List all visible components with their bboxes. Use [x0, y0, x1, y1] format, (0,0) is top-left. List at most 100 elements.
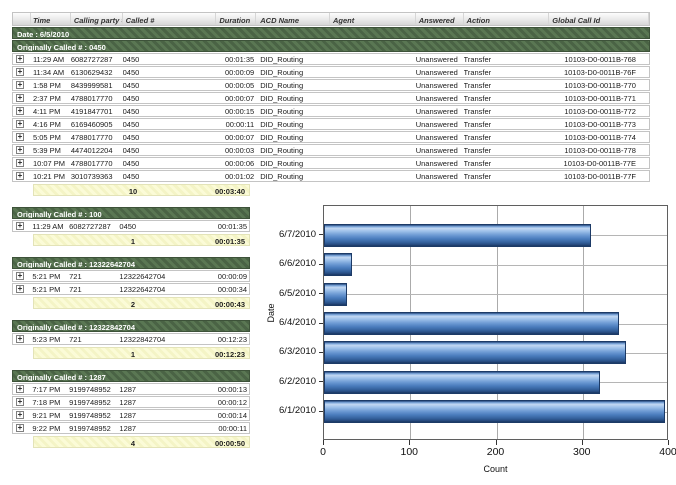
- cell-action: Transfer: [464, 146, 550, 155]
- x-tick-mark: [323, 440, 324, 445]
- summary-total-duration: 00:00:43: [215, 300, 245, 309]
- expand-icon[interactable]: +: [16, 146, 24, 154]
- column-header-duration[interactable]: Duration: [216, 13, 256, 25]
- expand-icon[interactable]: +: [16, 55, 24, 63]
- cell-answered: Unanswered: [416, 120, 464, 129]
- call-report-page: { "table": { "columns": ["Time", "Callin…: [0, 0, 676, 485]
- table-row[interactable]: +4:16 PM6169460905045000:00:11DID_Routin…: [12, 118, 650, 130]
- gridline-horizontal: [324, 294, 667, 295]
- report-group: Originally Called # : 12322842704+5:23 P…: [12, 320, 250, 359]
- cell-called: 12322642704: [119, 285, 210, 294]
- cell-calling-party: 9199748952: [69, 398, 119, 407]
- expand-icon[interactable]: +: [16, 335, 24, 343]
- cell-time: 1:58 PM: [31, 81, 71, 90]
- gridline-horizontal: [324, 265, 667, 266]
- cell-acd-name: DID_Routing: [256, 94, 330, 103]
- cell-calling-party: 721: [69, 272, 119, 281]
- table-row[interactable]: +5:21 PM7211232264270400:00:34: [12, 283, 250, 295]
- column-header-row: TimeCalling party #Called #DurationACD N…: [12, 12, 650, 26]
- cell-duration: 00:01:35: [210, 222, 249, 231]
- cell-duration: 00:12:23: [210, 335, 249, 344]
- cell-time: 5:23 PM: [30, 335, 69, 344]
- x-tick-label: 0: [320, 446, 326, 458]
- table-row[interactable]: +11:34 AM6130629432045000:00:09DID_Routi…: [12, 66, 650, 78]
- column-header-called[interactable]: Called #: [123, 13, 217, 25]
- expand-cell: +: [13, 146, 31, 154]
- cell-duration: 00:00:15: [216, 107, 256, 116]
- table-row[interactable]: +9:22 PM9199748952128700:00:11: [12, 422, 250, 434]
- expand-icon[interactable]: +: [16, 222, 24, 230]
- expand-cell: +: [13, 272, 30, 280]
- cell-calling-party: 6082727287: [71, 55, 123, 64]
- expand-icon[interactable]: +: [16, 398, 24, 406]
- column-header-acd-name[interactable]: ACD Name: [256, 13, 330, 25]
- expand-icon[interactable]: +: [16, 133, 24, 141]
- table-row[interactable]: +5:21 PM7211232264270400:00:09: [12, 270, 250, 282]
- y-tick-mark: [319, 411, 323, 412]
- x-tick-mark: [582, 440, 583, 445]
- x-axis-title: Count: [323, 464, 668, 474]
- y-tick-label: 6/2/2010: [262, 376, 316, 387]
- cell-called: 0450: [123, 81, 217, 90]
- cell-called: 0450: [123, 146, 217, 155]
- summary-count: 2: [108, 300, 158, 309]
- table-row[interactable]: +9:21 PM9199748952128700:00:14: [12, 409, 250, 421]
- table-row[interactable]: +5:39 PM4474012204045000:00:03DID_Routin…: [12, 144, 650, 156]
- cell-called: 0450: [123, 133, 217, 142]
- cell-answered: Unanswered: [416, 81, 464, 90]
- table-row[interactable]: +4:11 PM4191847701045000:00:15DID_Routin…: [12, 105, 650, 117]
- expand-icon[interactable]: +: [16, 94, 24, 102]
- cell-time: 9:21 PM: [30, 411, 69, 420]
- cell-action: Transfer: [464, 120, 550, 129]
- column-header-answered[interactable]: Answered: [416, 13, 464, 25]
- cell-calling-party: 4191847701: [71, 107, 123, 116]
- cell-duration: 00:00:34: [210, 285, 249, 294]
- cell-action: Transfer: [464, 159, 550, 168]
- cell-action: Transfer: [464, 81, 550, 90]
- expand-icon[interactable]: +: [16, 107, 24, 115]
- table-row[interactable]: +2:37 PM4788017770045000:00:07DID_Routin…: [12, 92, 650, 104]
- expand-icon[interactable]: +: [16, 285, 24, 293]
- report-group: Originally Called # : 0450+11:29 AM60827…: [12, 40, 650, 196]
- column-header-global-call-id[interactable]: Global Call Id: [549, 13, 649, 25]
- expand-cell: +: [13, 94, 31, 102]
- table-row[interactable]: +11:29 AM6082727287045000:01:35DID_Routi…: [12, 53, 650, 65]
- table-row[interactable]: +5:23 PM7211232284270400:12:23: [12, 333, 250, 345]
- expand-icon[interactable]: +: [16, 424, 24, 432]
- expand-icon[interactable]: +: [16, 159, 24, 167]
- cell-duration: 00:00:06: [216, 159, 256, 168]
- column-header-action[interactable]: Action: [464, 13, 550, 25]
- cell-duration: 00:00:07: [216, 94, 256, 103]
- expand-cell: +: [13, 411, 30, 419]
- expand-cell: +: [13, 335, 30, 343]
- y-tick-label: 6/3/2010: [262, 346, 316, 357]
- cell-duration: 00:01:02: [216, 172, 256, 181]
- table-row[interactable]: +10:21 PM3010739363045000:01:02DID_Routi…: [12, 170, 650, 182]
- column-header-time[interactable]: Time: [31, 13, 71, 25]
- column-header-calling-party[interactable]: Calling party #: [71, 13, 123, 25]
- cell-time: 7:17 PM: [30, 385, 69, 394]
- cell-acd-name: DID_Routing: [256, 133, 330, 142]
- expand-icon[interactable]: +: [16, 385, 24, 393]
- column-header-agent[interactable]: Agent: [330, 13, 416, 25]
- table-row[interactable]: +7:17 PM9199748952128700:00:13: [12, 383, 250, 395]
- table-row[interactable]: +11:29 AM6082727287045000:01:35: [12, 220, 250, 232]
- chart-bar-6-5-2010: [324, 283, 347, 306]
- table-row[interactable]: +10:07 PM4788017770045000:00:06DID_Routi…: [12, 157, 650, 169]
- table-row[interactable]: +5:05 PM4788017770045000:00:07DID_Routin…: [12, 131, 650, 143]
- cell-acd-name: DID_Routing: [256, 120, 330, 129]
- cell-duration: 00:00:11: [216, 120, 256, 129]
- expand-icon[interactable]: +: [16, 411, 24, 419]
- expand-icon[interactable]: +: [16, 81, 24, 89]
- table-row[interactable]: +1:58 PM8439999581045000:00:05DID_Routin…: [12, 79, 650, 91]
- expand-icon[interactable]: +: [16, 272, 24, 280]
- expand-icon[interactable]: +: [16, 172, 24, 180]
- cell-time: 10:21 PM: [31, 172, 71, 181]
- cell-global-call-id: 10103-D0-0011B-773: [549, 120, 649, 129]
- expand-icon[interactable]: +: [16, 120, 24, 128]
- cell-called: 0450: [123, 94, 217, 103]
- table-row[interactable]: +7:18 PM9199748952128700:00:12: [12, 396, 250, 408]
- expand-icon[interactable]: +: [16, 68, 24, 76]
- summary-count: 10: [108, 187, 158, 196]
- expand-cell: +: [13, 81, 31, 89]
